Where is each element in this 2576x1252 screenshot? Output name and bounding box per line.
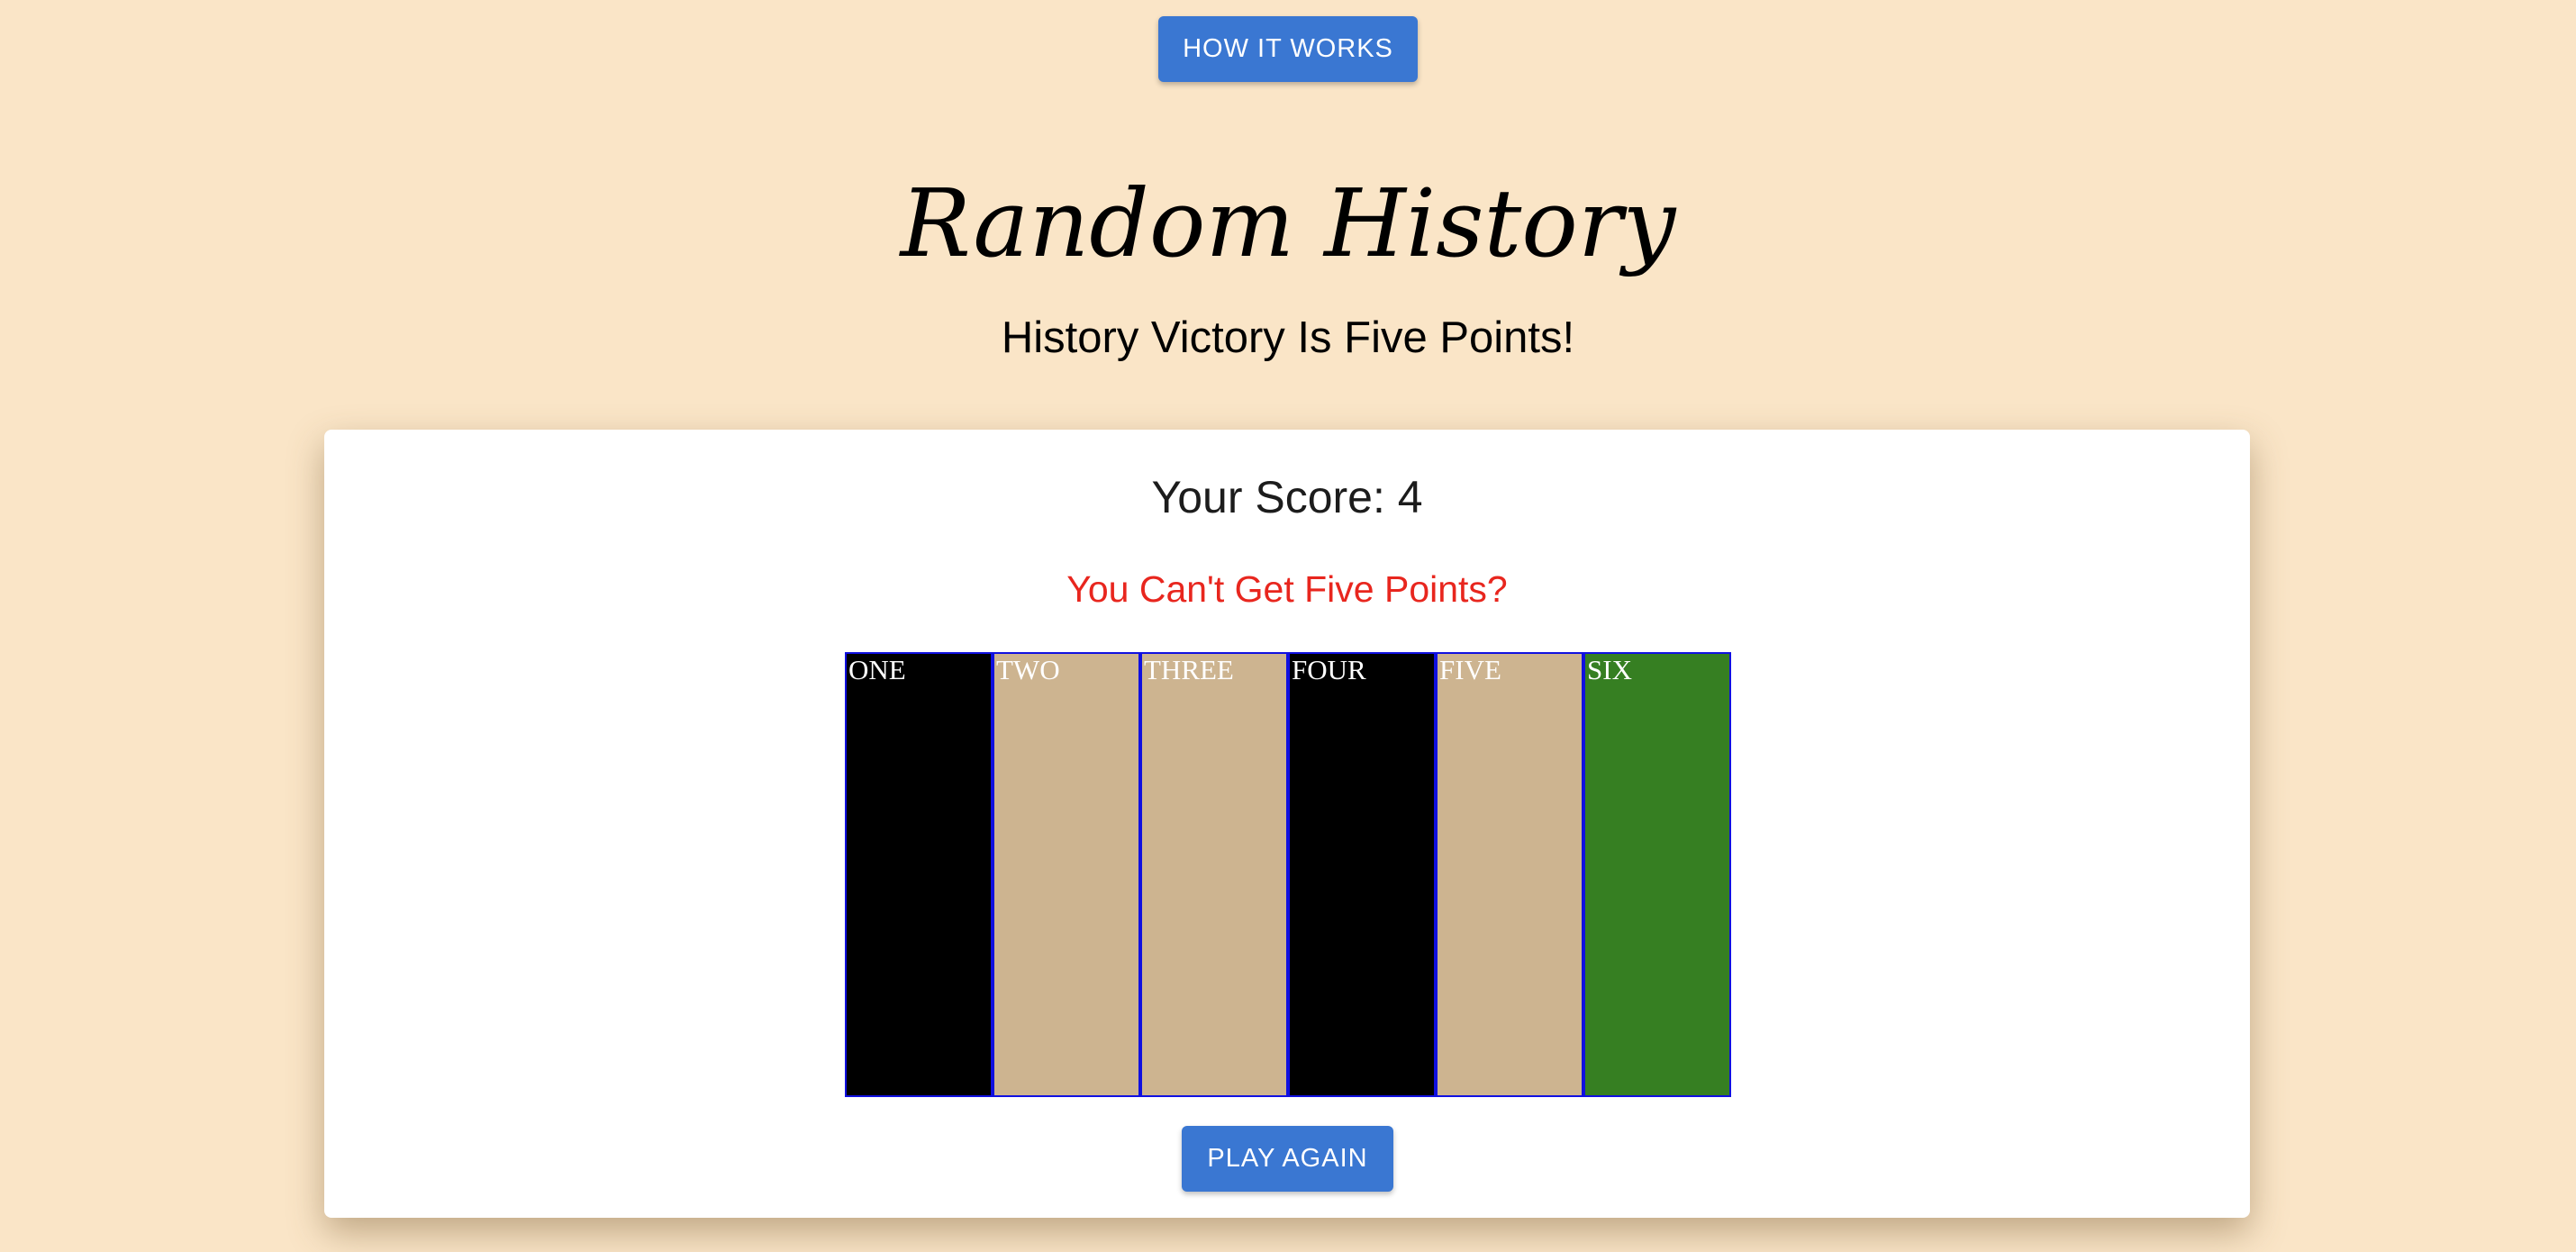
game-message: You Can't Get Five Points? [1066, 568, 1508, 610]
how-it-works-button[interactable]: HOW IT WORKS [1158, 16, 1418, 82]
slot-one[interactable]: ONE [845, 652, 993, 1097]
slot-four[interactable]: FOUR [1288, 652, 1436, 1097]
slot-label: TWO [996, 654, 1060, 685]
play-again-button[interactable]: PLAY AGAIN [1182, 1126, 1393, 1192]
slot-three[interactable]: THREE [1140, 652, 1288, 1097]
slot-label: FIVE [1439, 654, 1501, 685]
slot-six[interactable]: SIX [1583, 652, 1731, 1097]
slot-two[interactable]: TWO [993, 652, 1140, 1097]
slot-five[interactable]: FIVE [1436, 652, 1583, 1097]
slot-label: SIX [1587, 654, 1632, 685]
game-card: Your Score: 4 You Can't Get Five Points?… [324, 430, 2250, 1218]
slot-label: THREE [1144, 654, 1234, 685]
game-board: ONE TWO THREE FOUR FIVE SIX [845, 652, 1731, 1097]
slot-label: ONE [848, 654, 906, 685]
page-title: Random History [900, 168, 1676, 278]
page-subtitle: History Victory Is Five Points! [1001, 313, 1575, 362]
slot-label: FOUR [1292, 654, 1366, 685]
score-display: Your Score: 4 [1151, 472, 1423, 522]
